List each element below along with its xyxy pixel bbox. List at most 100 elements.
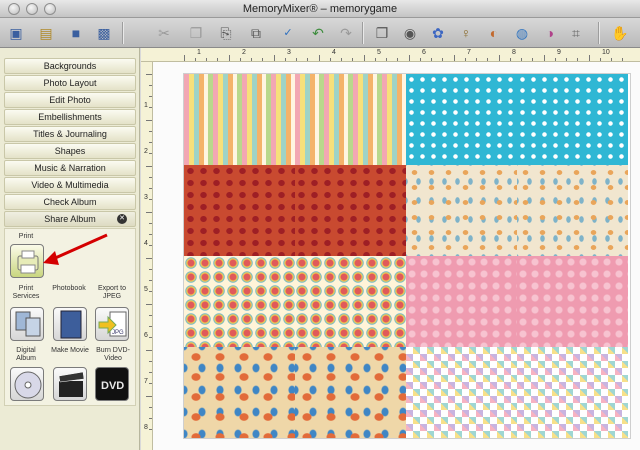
ruler-tick [149, 177, 152, 178]
toolbar-separator [122, 22, 123, 44]
ruler-tick [149, 199, 152, 200]
sidebar-item-label: Share Album [44, 214, 96, 224]
sidebar-item-edit-photo[interactable]: Edit Photo [4, 92, 136, 108]
stamp-icon[interactable]: ♀ [456, 23, 476, 43]
digital-album-button[interactable] [10, 367, 44, 401]
ruler-tick [611, 58, 612, 61]
copy-icon[interactable]: ❐ [186, 23, 206, 43]
ruler-number: 4 [332, 49, 336, 56]
sidebar-item-video-multimedia[interactable]: Video & Multimedia [4, 177, 136, 193]
jpg-text: JPG [112, 330, 124, 336]
ruler-number: 10 [602, 49, 610, 56]
dvd-text: DVD [101, 380, 124, 392]
ruler-tick [386, 58, 387, 61]
ruler-tick [149, 131, 152, 132]
paper-tile-circles[interactable] [184, 256, 295, 347]
ruler-tick [544, 55, 545, 61]
paper-tile-polka-dots[interactable] [406, 74, 517, 165]
ruler-tick [409, 55, 410, 61]
export-jpeg-button[interactable]: JPG [95, 307, 129, 341]
burn-dvd-button[interactable]: DVD [95, 367, 129, 401]
paper-tile-stars[interactable] [406, 165, 517, 256]
spellcheck-icon[interactable]: ✓ [278, 23, 298, 43]
zoom-window-button[interactable] [44, 3, 56, 15]
toolbar-separator [362, 22, 363, 44]
window-title: MemoryMixer® – memorygame [242, 3, 398, 15]
duplicate-icon[interactable]: ⧉ [246, 23, 266, 43]
ruler-tick [149, 326, 152, 327]
sidebar-item-photo-layout[interactable]: Photo Layout [4, 75, 136, 91]
collapse-section-icon[interactable]: ✕ [117, 214, 127, 224]
ruler-tick [149, 85, 152, 86]
paper-tile-vehicles[interactable] [295, 347, 406, 438]
ruler-tick [195, 58, 196, 61]
sidebar-item-embellishments[interactable]: Embellishments [4, 109, 136, 125]
paste-icon[interactable]: ⎘ [216, 23, 236, 43]
paper-tile-vehicles[interactable] [184, 347, 295, 438]
paper-tile-harlequin[interactable] [517, 347, 628, 438]
burn-dvd-label: Burn DVD-Video [96, 347, 130, 362]
open-folder-icon[interactable]: ▤ [36, 23, 56, 43]
ruler-number: 8 [512, 49, 516, 56]
ruler-number: 4 [144, 240, 148, 247]
ruler-tick [149, 245, 152, 246]
ruler-tick [149, 407, 152, 408]
ruler-tick [499, 55, 500, 61]
ruler-tick [352, 58, 353, 61]
ruler-tick [149, 107, 152, 108]
scissors-icon[interactable]: ✂ [154, 23, 174, 43]
dvd-icon: DVD [101, 380, 124, 392]
print-services-button[interactable] [10, 307, 44, 341]
page-settings-icon[interactable]: ❐ [372, 23, 392, 43]
ruler-tick [319, 55, 320, 61]
album-page[interactable] [184, 74, 630, 438]
ruler-number: 2 [242, 49, 246, 56]
paper-tile-harlequin[interactable] [406, 347, 517, 438]
sidebar-item-check-album[interactable]: Check Album [4, 194, 136, 210]
camera-icon[interactable]: ◉ [400, 23, 420, 43]
paper-tile-damask[interactable] [517, 256, 628, 347]
title-bar: MemoryMixer® – memorygame [0, 0, 640, 18]
photobook-button[interactable] [53, 307, 87, 341]
color-wheel-icon[interactable]: ◑ [540, 23, 560, 43]
sidebar-item-backgrounds[interactable]: Backgrounds [4, 58, 136, 74]
sidebar-item-music-narration[interactable]: Music & Narration [4, 160, 136, 176]
paper-tile-stripes[interactable] [295, 74, 406, 165]
new-page-icon[interactable]: ▣ [6, 23, 26, 43]
paper-tile-stripes[interactable] [184, 74, 295, 165]
sidebar-item-shapes[interactable]: Shapes [4, 143, 136, 159]
print-button[interactable] [10, 244, 44, 278]
ruler-number: 3 [287, 49, 291, 56]
flower-icon[interactable]: ✿ [428, 23, 448, 43]
ruler-tick [217, 58, 218, 61]
ruler-tick [146, 350, 152, 351]
hand-icon[interactable]: ✋ [610, 23, 630, 43]
make-movie-button[interactable] [53, 367, 87, 401]
paper-tile-hearts[interactable] [295, 165, 406, 256]
globe-icon[interactable]: ◍ [512, 23, 532, 43]
clapperboard-icon [58, 371, 85, 397]
paper-tile-stars[interactable] [517, 165, 628, 256]
ruler-tick [149, 153, 152, 154]
paper-tile-polka-dots[interactable] [517, 74, 628, 165]
ruler-tick [454, 55, 455, 61]
redo-icon[interactable]: ↷ [336, 23, 356, 43]
ruler-tick [442, 58, 443, 61]
sidebar-item-titles-journaling[interactable]: Titles & Journaling [4, 126, 136, 142]
save-as-icon[interactable]: ▩ [94, 23, 114, 43]
close-window-button[interactable] [8, 3, 20, 15]
save-icon[interactable]: ■ [66, 23, 86, 43]
ruler-tick [149, 234, 152, 235]
ruler-tick [487, 58, 488, 61]
paper-tile-circles[interactable] [295, 256, 406, 347]
paper-tile-damask[interactable] [406, 256, 517, 347]
minimize-window-button[interactable] [26, 3, 38, 15]
palette-icon[interactable]: ◐ [484, 23, 504, 43]
ruler-tick [146, 304, 152, 305]
undo-icon[interactable]: ↶ [308, 23, 328, 43]
tag-icon[interactable]: ⌗ [566, 23, 586, 43]
ruler-tick [251, 58, 252, 61]
paper-tile-hearts[interactable] [184, 165, 295, 256]
sidebar-item-share-album[interactable]: Share Album ✕ [4, 211, 136, 227]
ruler-tick [149, 280, 152, 281]
